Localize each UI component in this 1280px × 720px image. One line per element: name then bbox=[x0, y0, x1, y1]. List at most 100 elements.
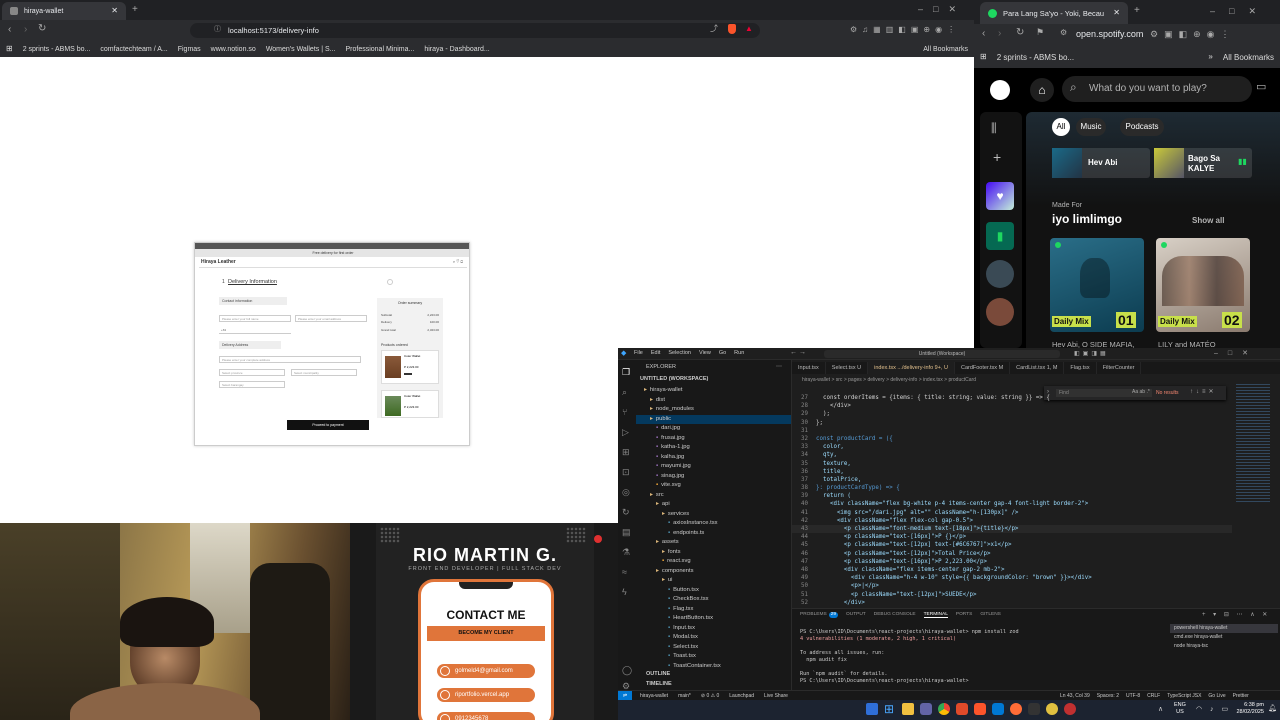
phone-link[interactable]: 0912345678 bbox=[437, 712, 535, 720]
tree-folder[interactable]: ▸ services bbox=[636, 510, 791, 520]
source-control-icon[interactable]: ⑂ bbox=[622, 408, 627, 417]
bookmark-7[interactable]: hiraya - Dashboard... bbox=[424, 46, 489, 53]
full-name-field[interactable]: Please enter your full name bbox=[219, 315, 291, 322]
window-controls[interactable]: –□✕ bbox=[918, 4, 966, 15]
status-item[interactable]: ⊘ 0 ⚠ 0 bbox=[701, 693, 719, 699]
command-center[interactable]: Untitled (Workspace) bbox=[824, 350, 1060, 358]
product-card[interactable]: Cuter Wallet P 2,223.00 bbox=[381, 350, 439, 384]
menu-edit[interactable]: Edit bbox=[651, 350, 660, 356]
start-icon[interactable]: ⊞ bbox=[884, 703, 894, 715]
site-info-icon[interactable]: ⚙ bbox=[1060, 29, 1067, 37]
spotify-url[interactable]: open.spotify.com bbox=[1076, 29, 1143, 39]
home-icon[interactable]: ⌂ bbox=[1030, 78, 1054, 102]
status-item[interactable]: TypeScript JSX bbox=[1167, 693, 1201, 699]
tree-file[interactable]: ▪ Toast.tsx bbox=[636, 652, 791, 662]
tree-file[interactable]: ▪ Modal.tsx bbox=[636, 633, 791, 643]
window-controls[interactable]: –□✕ bbox=[1214, 349, 1258, 357]
tree-file[interactable]: ▪ axiosInstance.tsx bbox=[636, 519, 791, 529]
explorer-more-icon[interactable]: ⋯ bbox=[776, 363, 782, 370]
code-editor[interactable]: 27 const orderItems = {items: { title: s… bbox=[792, 394, 1232, 606]
tree-folder[interactable]: ▸ ui bbox=[636, 576, 791, 586]
artist-tile[interactable] bbox=[986, 298, 1014, 326]
proceed-button[interactable]: Proceed to payment bbox=[287, 420, 369, 430]
widgets-icon[interactable] bbox=[866, 703, 878, 715]
menu-view[interactable]: View bbox=[699, 350, 711, 356]
terminal-instance[interactable]: powershell hiraya-wallet bbox=[1170, 624, 1278, 633]
new-tab-icon[interactable]: + bbox=[1134, 6, 1140, 16]
tree-folder[interactable]: ▸ public bbox=[636, 414, 791, 424]
status-item[interactable]: Go Live bbox=[1208, 693, 1225, 699]
panel-tab[interactable]: DEBUG CONSOLE bbox=[874, 612, 916, 618]
section-title[interactable]: iyo limlimgo bbox=[1052, 212, 1122, 226]
email-link[interactable]: golmeld4@gmail.com bbox=[437, 664, 535, 678]
panel-tab[interactable]: OUTPUT bbox=[846, 612, 866, 618]
menu-selection[interactable]: Selection bbox=[668, 350, 691, 356]
email-field[interactable]: Please enter your email address bbox=[295, 315, 367, 322]
nav-arrows[interactable]: ← → bbox=[790, 349, 806, 356]
chip-podcasts[interactable]: Podcasts bbox=[1120, 118, 1164, 136]
tree-folder[interactable]: ▸ hiraya-wallet bbox=[636, 386, 791, 396]
daily-mix-card[interactable]: Daily Mix 02 bbox=[1156, 238, 1250, 332]
chrome-icon[interactable] bbox=[938, 703, 950, 715]
province-select[interactable]: Select province bbox=[219, 369, 285, 376]
bookmark-4[interactable]: www.notion.so bbox=[211, 46, 256, 53]
explorer-icon[interactable]: ❐ bbox=[622, 368, 630, 377]
status-item[interactable]: Prettier bbox=[1233, 693, 1249, 699]
panel-tab[interactable]: PORTS bbox=[956, 612, 972, 618]
reload-icon[interactable]: ↻ bbox=[38, 24, 46, 34]
breadcrumb[interactable]: hiraya-wallet > src > pages > delivery >… bbox=[802, 377, 976, 383]
tree-folder[interactable]: ▸ node_modules bbox=[636, 405, 791, 415]
library-icon[interactable]: ⫼ bbox=[991, 122, 997, 134]
language-indicator[interactable]: ENG US bbox=[1174, 702, 1186, 716]
header-icons[interactable]: ⌕ ♡ ⊡ bbox=[453, 259, 463, 264]
status-item[interactable]: main* bbox=[678, 693, 691, 699]
layout-icons[interactable]: ◧▣◨▦ bbox=[1074, 350, 1109, 357]
spotify-logo-icon[interactable] bbox=[990, 80, 1010, 100]
liked-songs-tile[interactable]: ♥ bbox=[986, 182, 1014, 210]
browser-tab[interactable]: hiraya-wallet ✕ bbox=[2, 2, 126, 20]
municipality-select[interactable]: Select municipality bbox=[291, 369, 357, 376]
browse-icon[interactable]: ▭ bbox=[1256, 82, 1266, 93]
clock[interactable]: 6:38 pm 28/02/2025 bbox=[1230, 702, 1264, 716]
tray-icons[interactable]: ◠ ♪ ▭ bbox=[1196, 705, 1231, 713]
terminal-instance[interactable]: cmd.exe hiraya-wallet bbox=[1170, 633, 1278, 642]
terminal-icon[interactable] bbox=[1028, 703, 1040, 715]
tailwind-icon[interactable]: ≈ bbox=[622, 568, 627, 577]
tree-folder[interactable]: ▸ src bbox=[636, 491, 791, 501]
close-tab-icon[interactable]: ✕ bbox=[111, 7, 118, 15]
status-item[interactable]: Live Share bbox=[764, 693, 788, 699]
docker-icon[interactable]: ▤ bbox=[622, 528, 631, 537]
bookmark-1[interactable]: 2 sprints - ABMS bo... bbox=[997, 53, 1074, 62]
tree-file[interactable]: ▪ Flag.tsx bbox=[636, 605, 791, 615]
extension-icons[interactable]: ⚙♫▦▥◧▣⊕◉⋮ bbox=[850, 25, 960, 34]
menu-go[interactable]: Go bbox=[719, 350, 726, 356]
tree-folder[interactable]: ▸ dist bbox=[636, 396, 791, 406]
back-icon[interactable]: ‹ bbox=[8, 25, 11, 35]
file-explorer-icon[interactable] bbox=[902, 703, 914, 715]
rewards-icon[interactable]: ▲ bbox=[745, 25, 753, 33]
status-item[interactable]: CRLF bbox=[1147, 693, 1160, 699]
tree-file[interactable]: ▪ vite.svg bbox=[636, 481, 791, 491]
all-bookmarks[interactable]: All Bookmarks bbox=[923, 46, 968, 53]
playlist-tile[interactable] bbox=[986, 260, 1014, 288]
tree-folder[interactable]: ▸ assets bbox=[636, 538, 791, 548]
tree-file[interactable]: ▪ sinag.jpg bbox=[636, 472, 791, 482]
thunder-icon[interactable]: ϟ bbox=[622, 588, 627, 597]
chip-music[interactable]: Music bbox=[1076, 118, 1106, 136]
brand-logo[interactable]: Hiraya Leather bbox=[201, 259, 236, 265]
editor-tab[interactable]: Input.tsx bbox=[792, 362, 826, 374]
tree-file[interactable]: ▪ Button.tsx bbox=[636, 586, 791, 596]
tree-file[interactable]: ▪ katha-1.jpg bbox=[636, 443, 791, 453]
status-item[interactable]: Ln 43, Col 39 bbox=[1060, 693, 1090, 699]
gitlens-icon[interactable]: ◎ bbox=[622, 488, 630, 497]
editor-tab[interactable]: index.tsx .../delivery-info 9+, U bbox=[868, 362, 955, 374]
tree-folder[interactable]: ▸ fonts bbox=[636, 548, 791, 558]
apps-icon[interactable]: ⊞ bbox=[980, 53, 987, 61]
app3-icon[interactable] bbox=[1064, 703, 1076, 715]
app2-icon[interactable] bbox=[1046, 703, 1058, 715]
remote-icon[interactable]: ⊡ bbox=[622, 468, 630, 477]
phone-field[interactable]: +63 bbox=[219, 327, 291, 334]
tree-file[interactable]: ▪ dari.jpg bbox=[636, 424, 791, 434]
brave-icon[interactable] bbox=[974, 703, 986, 715]
shortcut-card[interactable]: Bago Sa KALYE ▮▮ bbox=[1154, 148, 1252, 178]
